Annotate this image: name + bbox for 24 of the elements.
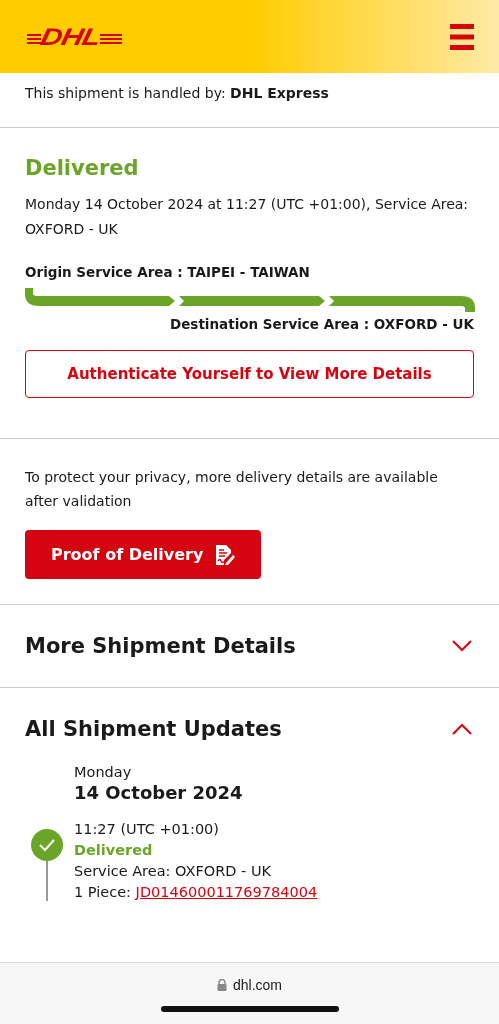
menu-icon[interactable] <box>450 23 474 50</box>
status-title: Delivered <box>25 156 140 180</box>
chevron-down-icon[interactable] <box>452 640 472 652</box>
origin-label: Origin Service Area : TAIPEI - TAIWAN <box>25 264 311 280</box>
status-detail: Monday 14 October 2024 at 11:27 (UTC +01:00), Service Area: OXFORD - UK <box>25 195 470 239</box>
section-heading[interactable]: More Shipment Details <box>25 634 296 658</box>
proof-of-delivery-button[interactable]: Proof of Delivery <box>25 530 262 579</box>
chevron-up-icon[interactable] <box>452 723 472 735</box>
event-time: 11:27 (UTC +01:00) <box>74 820 220 839</box>
document-signature-icon <box>215 543 236 566</box>
privacy-text: To protect your privacy, more delivery details are available after validation <box>25 468 439 511</box>
event-area: Service Area: OXFORD - UK <box>74 861 318 882</box>
piece-label: 1 Piece: <box>74 884 131 900</box>
date-heading: 14 October 2024 <box>74 782 244 803</box>
handled-by-text: This shipment is handled by: DHL Express <box>25 85 329 101</box>
authenticate-button[interactable]: Authenticate Yourself to View More Details <box>25 350 474 398</box>
destination-label: Destination Service Area : OXFORD - UK <box>169 316 474 332</box>
event-status: Delivered <box>74 841 154 860</box>
section-heading[interactable]: All Shipment Updates <box>25 717 282 741</box>
lock-icon <box>217 979 227 991</box>
dhl-logo[interactable]: DHL <box>27 21 122 52</box>
day-label: Monday <box>74 764 133 780</box>
piece-id-link[interactable]: JD014600011769784004 <box>135 884 318 900</box>
url-text[interactable]: dhl.com <box>233 977 282 993</box>
